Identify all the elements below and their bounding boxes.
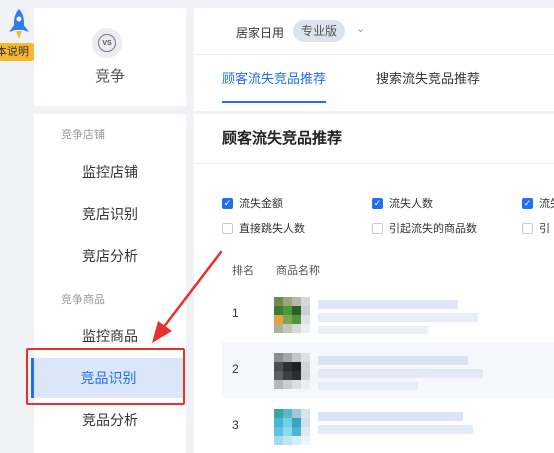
product-name-blurred [318,313,478,322]
active-tab-indicator [222,101,326,103]
checkbox-loss-people[interactable]: ✓ 流失人数 [372,195,433,211]
sidebar-item-identify-shops[interactable]: 竞店识别 [34,194,186,234]
sidebar-title: 竞争 [94,68,125,85]
product-thumbnail [274,353,310,389]
rank-value: 2 [232,362,239,376]
checkbox-checked-icon: ✓ [522,197,533,209]
card-title: 顾客流失竞品推荐 [222,130,343,147]
header-divider [194,54,554,55]
checkbox-more[interactable]: 引 [522,220,550,236]
top-header: 居家日用 专业版 ⌄ 顾客流失竞品推荐 搜索流失竞品推荐 [194,8,554,111]
checkbox-loss-products[interactable]: 引起流失的商品数 [372,220,477,236]
highlight-box [26,348,185,405]
content-card: 顾客流失竞品推荐 ✓流失金额 ✓流失人数 ✓流失 直接跳失人数 引起流失的商品数… [194,114,554,453]
tab-search-loss[interactable]: 搜索流失竞品推荐 [376,68,480,87]
chevron-down-icon[interactable]: ⌄ [356,22,365,35]
checkbox-checked-icon: ✓ [222,197,233,209]
sidebar-item-analyze-shops[interactable]: 竞店分析 [34,236,186,276]
product-name-blurred [318,300,458,309]
checkbox-checked-icon: ✓ [372,197,383,209]
product-name-blurred [318,412,463,421]
checkbox-bounce-people[interactable]: 直接跳失人数 [222,220,305,236]
product-name-blurred [318,369,483,378]
product-name-blurred [318,356,468,365]
vs-icon: VS [92,28,122,58]
sidebar-item-monitor-shops[interactable]: 监控店铺 [34,152,186,192]
checkbox-loss-more[interactable]: ✓流失 [522,195,554,211]
checkbox-loss-amount[interactable]: ✓ 流失金额 [222,195,283,211]
help-badge[interactable]: 本说明 [0,43,35,61]
column-header-product-name: 商品名称 [276,265,320,277]
product-name-blurred [318,326,428,334]
checkbox-empty-icon [522,222,533,234]
column-header-rank: 排名 [232,265,254,277]
sidebar-item-analyze-products[interactable]: 竞品分析 [34,400,186,440]
checkbox-empty-icon [372,222,383,234]
section-label-competitor-shops: 竞争店铺 [61,129,105,141]
section-label-competitor-products: 竞争商品 [61,294,105,306]
sidebar-divider [34,106,186,114]
product-thumbnail [274,409,310,445]
card-divider [194,163,554,164]
tab-customer-loss[interactable]: 顾客流失竞品推荐 [222,68,326,87]
product-name-blurred [318,382,418,390]
rocket-logo-icon [9,9,29,39]
checkbox-empty-icon [222,222,233,234]
rank-value: 3 [232,418,239,432]
product-thumbnail [274,297,310,333]
table-row[interactable]: 3 [222,398,554,453]
rank-value: 1 [232,306,239,320]
table-row[interactable]: 1 [222,286,554,342]
table-row[interactable]: 2 [222,342,554,398]
product-name-blurred [318,425,473,434]
edition-badge: 专业版 [293,20,346,42]
shop-name: 居家日用 [236,26,285,40]
